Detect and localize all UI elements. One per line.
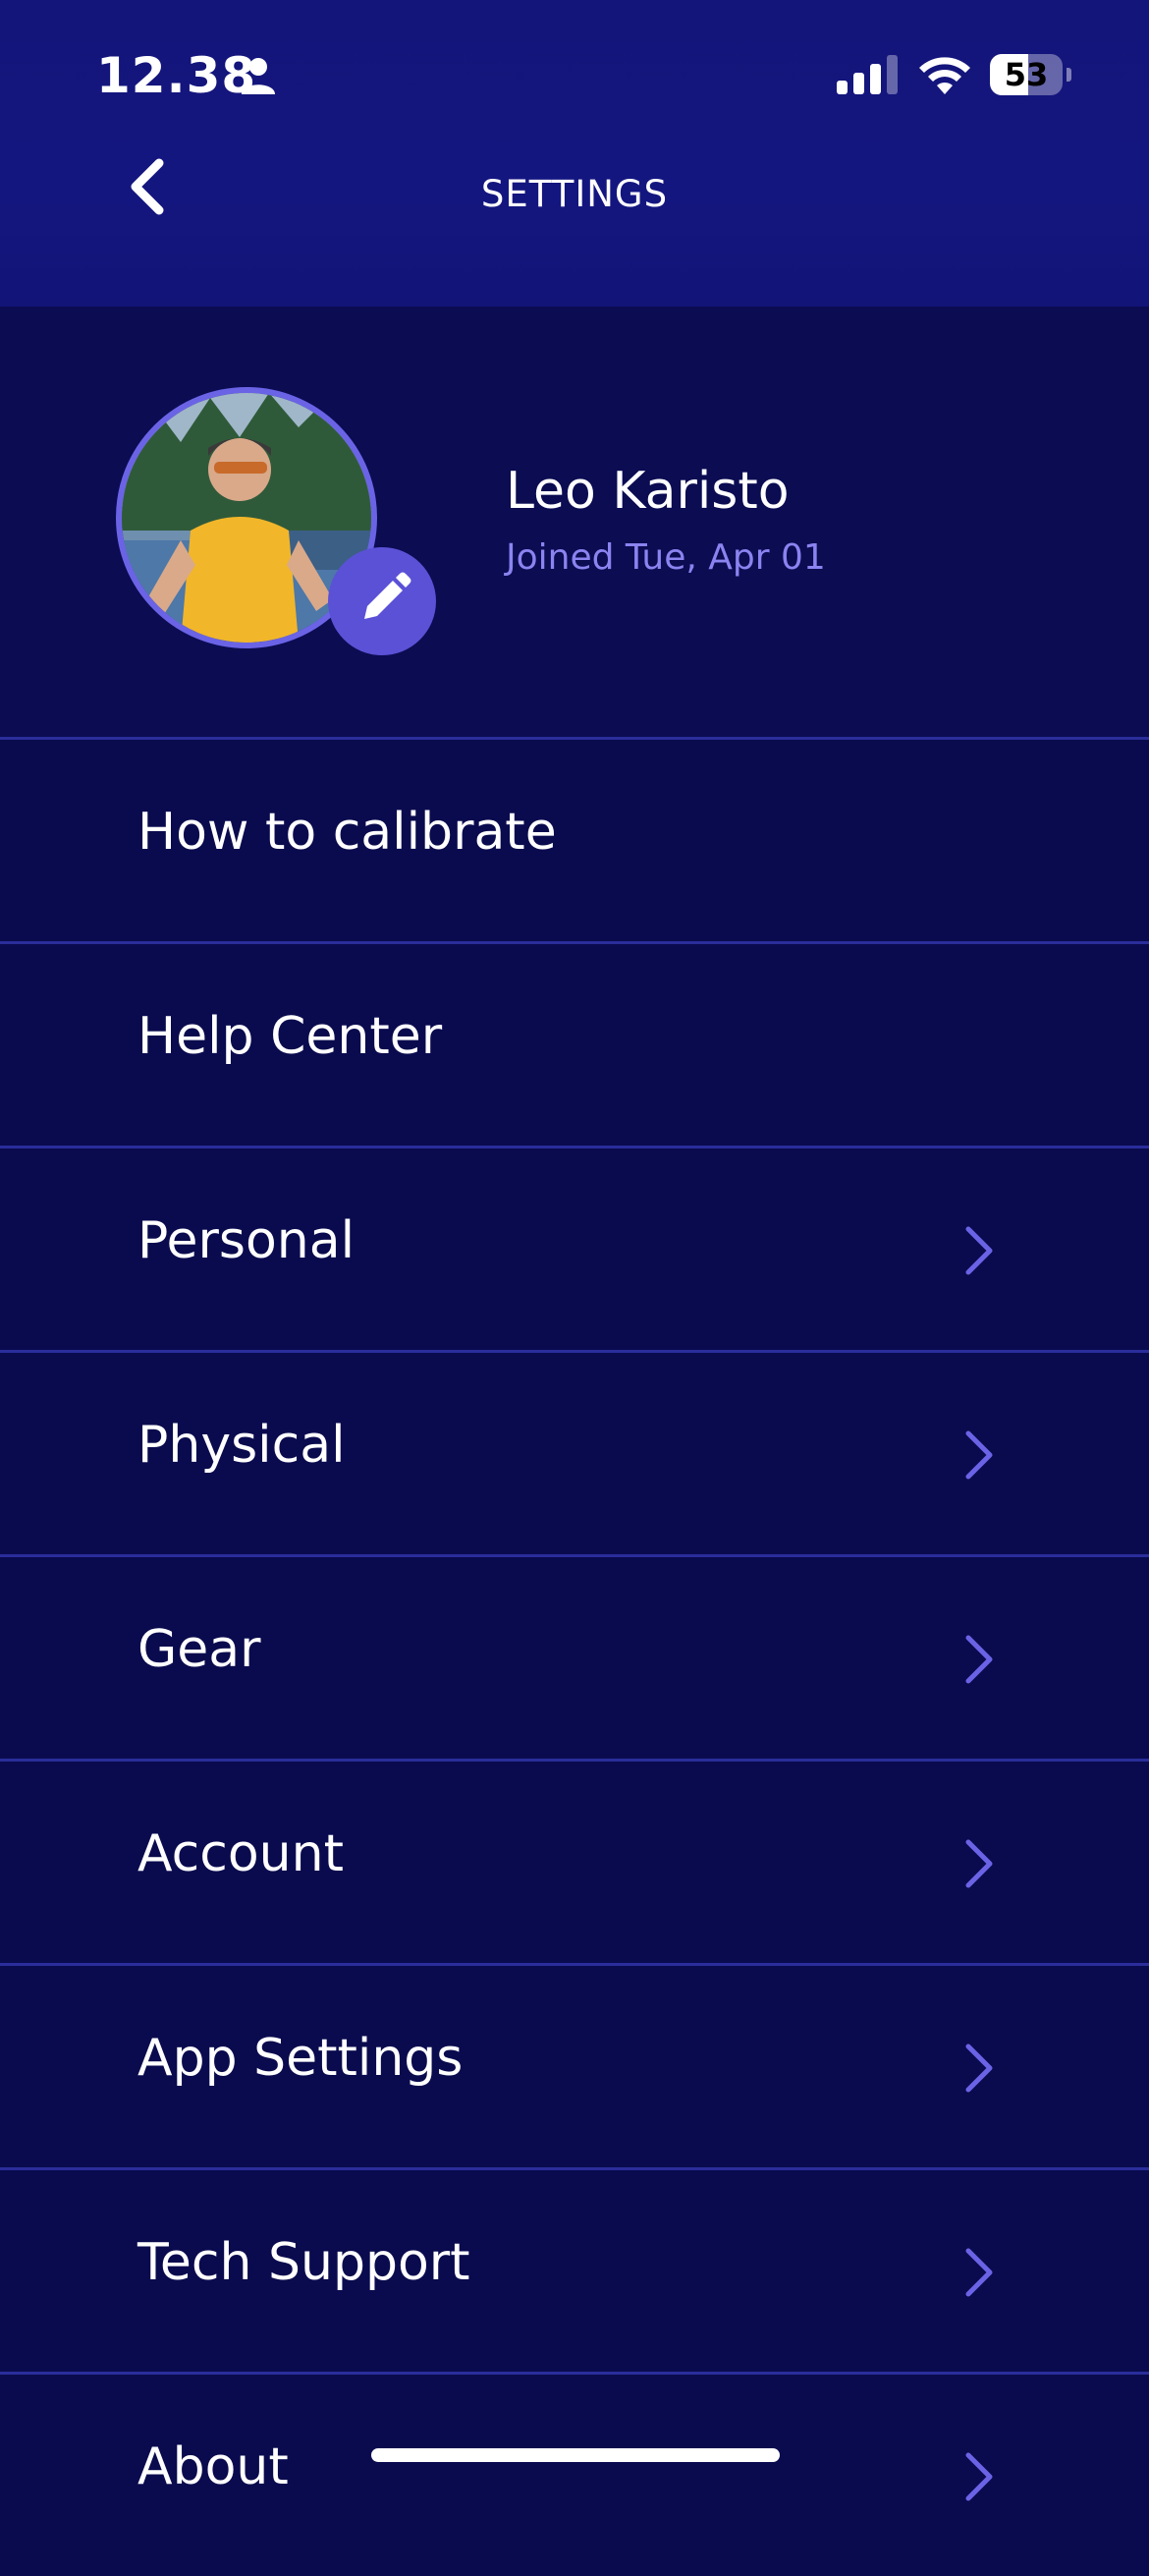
header-bar: 12.38 53 SETTINGS <box>0 0 1149 307</box>
wifi-icon <box>919 57 970 94</box>
chevron-right-icon <box>965 1430 993 1480</box>
chevron-right-icon <box>965 1226 993 1275</box>
page-title: SETTINGS <box>480 173 669 215</box>
menu-item-label: About <box>137 2437 289 2496</box>
menu-item-about[interactable]: About <box>0 2372 1149 2576</box>
status-bar: 12.38 53 <box>0 0 1149 147</box>
menu-item-label: Account <box>137 1824 344 1883</box>
menu-item-label: How to calibrate <box>137 803 557 862</box>
menu-item-account[interactable]: Account <box>0 1759 1149 1963</box>
chevron-right-icon <box>965 2248 993 2297</box>
battery-indicator: 53 <box>990 54 1071 95</box>
chevron-right-icon <box>965 1635 993 1684</box>
chevron-right-icon <box>965 1839 993 1888</box>
menu-item-gear[interactable]: Gear <box>0 1554 1149 1759</box>
chevron-right-icon <box>965 2044 993 2093</box>
menu-item-physical[interactable]: Physical <box>0 1350 1149 1554</box>
chevron-right-icon <box>965 2452 993 2501</box>
profile-name: Leo Karisto <box>506 462 790 521</box>
profile-section: Leo Karisto Joined Tue, Apr 01 <box>0 307 1149 737</box>
menu-item-label: Personal <box>137 1211 356 1270</box>
menu-item-label: Physical <box>137 1416 346 1475</box>
menu-item-label: Help Center <box>137 1007 443 1066</box>
edit-profile-button[interactable] <box>328 547 436 655</box>
menu-item-tech-support[interactable]: Tech Support <box>0 2167 1149 2372</box>
profile-joined-date: Joined Tue, Apr 01 <box>506 537 826 578</box>
menu-item-label: Gear <box>137 1620 261 1679</box>
status-time: 12.38 <box>96 47 257 104</box>
menu-item-label: App Settings <box>137 2029 464 2088</box>
person-icon <box>242 58 275 94</box>
cellular-signal-icon <box>837 55 898 94</box>
menu-item-personal[interactable]: Personal <box>0 1146 1149 1350</box>
pencil-icon <box>364 572 411 619</box>
home-indicator[interactable] <box>371 2448 780 2462</box>
menu-item-app-settings[interactable]: App Settings <box>0 1963 1149 2167</box>
settings-menu: How to calibrate Help Center Personal Ph… <box>0 737 1149 2576</box>
menu-item-how-to-calibrate[interactable]: How to calibrate <box>0 737 1149 941</box>
menu-item-label: Tech Support <box>137 2233 470 2292</box>
battery-percent: 53 <box>1004 56 1049 93</box>
menu-item-help-center[interactable]: Help Center <box>0 941 1149 1146</box>
